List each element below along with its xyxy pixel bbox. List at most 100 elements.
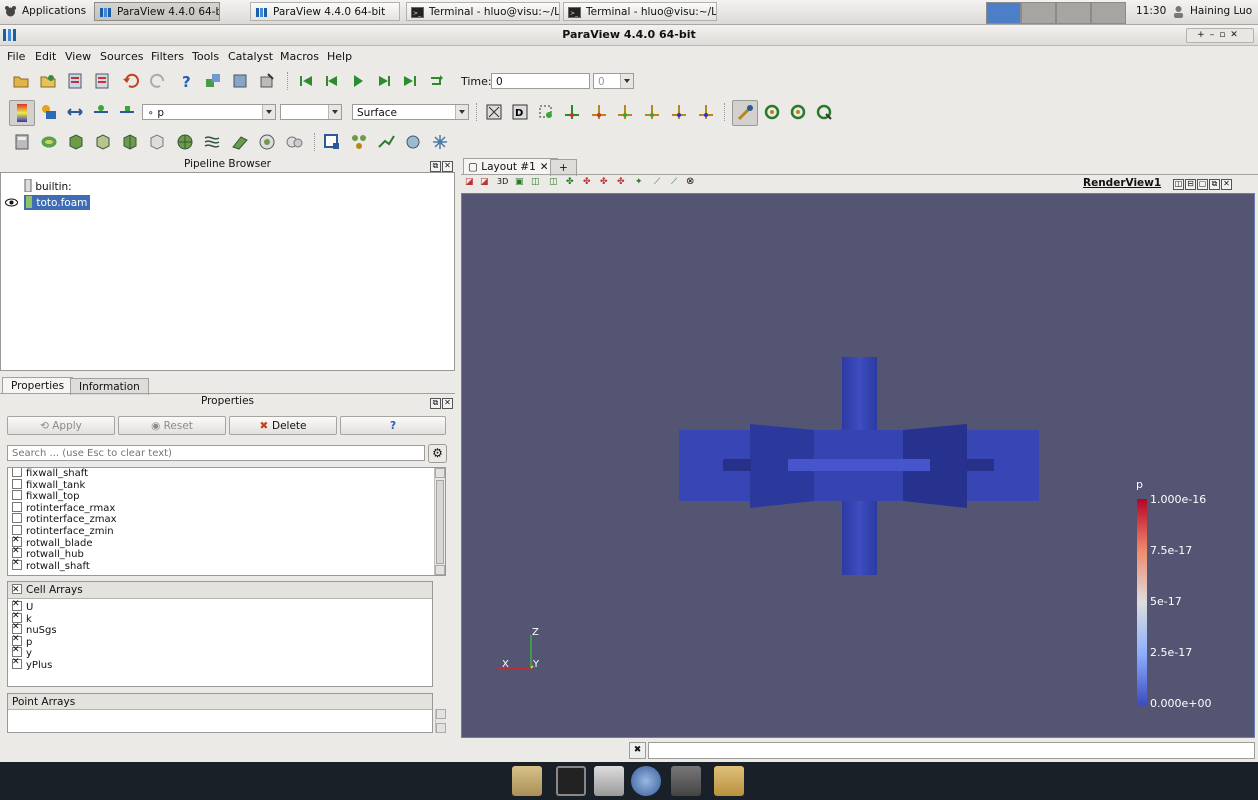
warp-by-vector-icon[interactable]: [231, 133, 249, 151]
taskbar-item-paraview-2[interactable]: ParaView 4.4.0 64-bit: [250, 2, 400, 21]
impeller-geometry[interactable]: [679, 357, 1039, 575]
extract-selection-icon[interactable]: [323, 133, 341, 151]
menu-macros[interactable]: Macros: [280, 50, 319, 63]
float-panel-icon[interactable]: ⧉: [430, 161, 441, 172]
render-view[interactable]: p 1.000e-16 7.5e-17 5e-17 2.5e-17 0.000e…: [461, 193, 1255, 738]
pipeline-item-builtin[interactable]: builtin:: [24, 178, 72, 193]
snowflake-icon[interactable]: [431, 133, 449, 151]
selection-tool-icon[interactable]: ⟋: [671, 177, 677, 187]
close-tab-icon[interactable]: ✕: [540, 161, 549, 173]
taskbar-item-paraview-1[interactable]: ParaView 4.4.0 64-bit: [94, 2, 220, 21]
rescale-temporal-icon[interactable]: [118, 103, 136, 121]
representation-select[interactable]: Surface: [352, 104, 469, 120]
help-icon[interactable]: ?: [177, 72, 195, 90]
stream-tracer-icon[interactable]: [203, 133, 221, 151]
clip-icon[interactable]: [67, 133, 85, 151]
calculator-icon[interactable]: [13, 133, 31, 151]
selection-tool-icon[interactable]: ▣: [515, 177, 524, 187]
menu-help[interactable]: Help: [327, 50, 352, 63]
set-view-direction-plus-y-icon[interactable]: [616, 103, 634, 121]
previous-frame-icon[interactable]: [323, 72, 341, 90]
folder-icon[interactable]: [714, 766, 744, 796]
mesh-region-checkbox[interactable]: [12, 468, 22, 477]
mesh-region-item[interactable]: fixwall_top: [12, 490, 79, 502]
rotate-90-cw-icon[interactable]: [763, 103, 781, 121]
menu-catalyst[interactable]: Catalyst: [228, 50, 273, 63]
user-menu[interactable]: Haining Luo: [1168, 2, 1258, 21]
spin-arrow-icon[interactable]: [620, 74, 633, 88]
glyph-icon[interactable]: [176, 133, 194, 151]
scroll-up-icon[interactable]: [435, 468, 445, 478]
minimize-icon[interactable]: –: [1210, 30, 1220, 40]
connect-icon[interactable]: [204, 72, 222, 90]
time-index-spinbox[interactable]: 0: [593, 73, 634, 89]
maximize-icon[interactable]: ▫: [1219, 30, 1230, 40]
clear-selection-icon[interactable]: ⊗: [686, 176, 694, 187]
extract-level-icon[interactable]: [285, 133, 303, 151]
scroll-down-icon[interactable]: [436, 723, 446, 733]
close-view-icon[interactable]: ✕: [1221, 179, 1232, 190]
point-arrays-header[interactable]: Point Arrays: [8, 694, 432, 710]
menu-edit[interactable]: Edit: [35, 50, 56, 63]
terminal-launcher-icon[interactable]: [556, 766, 586, 796]
help-button[interactable]: ?: [340, 416, 446, 435]
cell-array-item[interactable]: yPlus: [12, 657, 52, 671]
maximize-view-icon[interactable]: ▢: [1197, 179, 1208, 190]
selection-tool-icon[interactable]: ◪: [465, 177, 474, 187]
group-datasets-icon[interactable]: [258, 133, 276, 151]
tab-layout-1[interactable]: ▢ Layout #1 ✕: [463, 158, 558, 175]
workspace-4[interactable]: [1091, 2, 1126, 24]
cell-arrays-toggle-all-checkbox[interactable]: [12, 582, 22, 598]
selection-tool-icon[interactable]: ◫: [549, 177, 558, 187]
mesh-region-item[interactable]: rotinterface_zmax: [12, 513, 117, 525]
apply-button[interactable]: ⟲ Apply: [7, 416, 115, 435]
close-output-icon[interactable]: ✖: [629, 742, 646, 759]
mesh-region-checkbox[interactable]: [12, 513, 22, 524]
scroll-thumb[interactable]: [436, 480, 444, 564]
menu-sources[interactable]: Sources: [100, 50, 144, 63]
toggle-3d-icon[interactable]: 3D: [497, 177, 508, 186]
mesh-region-item[interactable]: fixwall_shaft: [12, 468, 88, 479]
mesh-region-checkbox[interactable]: [12, 490, 22, 501]
reset-button[interactable]: ◉ Reset: [118, 416, 226, 435]
selection-tool-icon[interactable]: ✤: [566, 177, 574, 187]
mesh-region-checkbox[interactable]: [12, 546, 22, 559]
taskbar-item-terminal-1[interactable]: >_ Terminal - hluo@visu:~/L...: [406, 2, 560, 21]
chevron-down-icon[interactable]: [262, 105, 275, 119]
split-vertical-icon[interactable]: ⊟: [1185, 179, 1196, 190]
mesh-region-checkbox[interactable]: [12, 501, 22, 512]
mesh-region-item[interactable]: rotwall_blade: [12, 535, 93, 549]
mesh-region-item[interactable]: rotwall_shaft: [12, 558, 90, 572]
extract-subset-icon[interactable]: [148, 133, 166, 151]
menu-filters[interactable]: Filters: [151, 50, 184, 63]
loop-icon[interactable]: [427, 72, 445, 90]
chevron-down-icon[interactable]: [328, 105, 341, 119]
selection-tool-icon[interactable]: ✤: [583, 177, 591, 187]
split-horizontal-icon[interactable]: ◫: [1173, 179, 1184, 190]
workspace-2[interactable]: [1021, 2, 1056, 24]
selection-tool-icon[interactable]: ⟋: [654, 177, 660, 187]
cell-array-checkbox[interactable]: [12, 645, 22, 658]
mesh-region-checkbox[interactable]: [12, 558, 22, 570]
delete-button[interactable]: ✖ Delete: [229, 416, 337, 435]
cell-array-checkbox[interactable]: [12, 634, 22, 646]
cell-array-checkbox[interactable]: [12, 611, 22, 623]
color-by-select[interactable]: ⚬ p: [142, 104, 276, 120]
next-frame-icon[interactable]: [375, 72, 393, 90]
render-scene[interactable]: [462, 194, 1254, 737]
close-panel-icon[interactable]: ✕: [442, 161, 453, 172]
taskbar-item-terminal-2[interactable]: >_ Terminal - hluo@visu:~/L...: [563, 2, 717, 21]
cell-arrays-header[interactable]: Cell Arrays: [8, 582, 432, 599]
workspace-1[interactable]: [986, 2, 1021, 24]
reset-camera-icon[interactable]: [485, 103, 503, 121]
float-view-icon[interactable]: ⧉: [1209, 179, 1220, 190]
render-view-label[interactable]: RenderView1: [1083, 177, 1161, 189]
selection-tool-icon[interactable]: ◪: [480, 177, 489, 187]
home-folder-icon[interactable]: [512, 766, 542, 796]
undo-icon[interactable]: [122, 72, 140, 90]
mesh-region-checkbox[interactable]: [12, 525, 22, 535]
plot-over-line-icon[interactable]: [377, 133, 395, 151]
cell-array-checkbox[interactable]: [12, 657, 22, 669]
contour-icon[interactable]: [40, 133, 58, 151]
pipeline-item-toto-foam[interactable]: toto.foam: [24, 195, 91, 210]
